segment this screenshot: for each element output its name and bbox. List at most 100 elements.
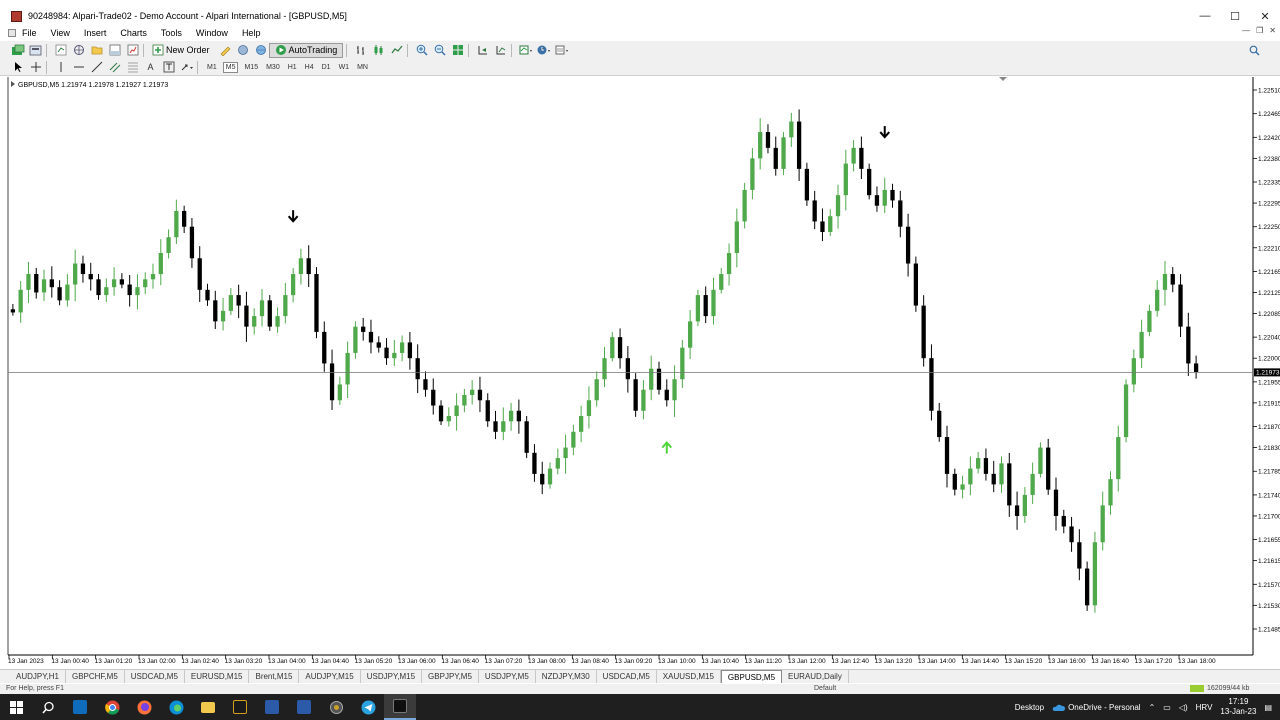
- templates-icon[interactable]: [554, 43, 569, 57]
- menu-view[interactable]: View: [51, 28, 78, 38]
- bull-candle: [174, 210, 179, 238]
- periods-icon[interactable]: [536, 43, 551, 57]
- mdi-minimize-button[interactable]: —: [1242, 26, 1250, 35]
- bull-candle: [104, 287, 109, 296]
- chart-window[interactable]: GBPUSD,M5 1.21974 1.21978 1.21927 1.2197…: [0, 77, 1280, 669]
- trendline-icon[interactable]: [89, 60, 104, 74]
- notifications-icon[interactable]: ▤: [1264, 703, 1272, 712]
- tab-usdjpy-m5[interactable]: USDJPY,M5: [479, 670, 536, 683]
- market-icon[interactable]: [254, 43, 269, 57]
- signals-icon[interactable]: [236, 43, 251, 57]
- taskbar-outlook[interactable]: [64, 694, 96, 720]
- candlesticks-icon[interactable]: [371, 43, 386, 57]
- price-tick-label: 1.22250: [1258, 224, 1280, 231]
- horizontal-line-icon[interactable]: [71, 60, 86, 74]
- bull-candle: [750, 158, 755, 190]
- language-indicator[interactable]: HRV: [1196, 703, 1213, 712]
- bear-candle: [197, 258, 202, 290]
- autotrading-label: AutoTrading: [288, 45, 338, 55]
- onedrive-tray[interactable]: OneDrive - Personal: [1052, 703, 1141, 712]
- timeframe-h1[interactable]: H1: [286, 63, 299, 72]
- text-label-icon[interactable]: [161, 60, 176, 74]
- taskbar-firefox[interactable]: [128, 694, 160, 720]
- market-watch-icon[interactable]: [53, 43, 68, 57]
- tab-audjpy-m15[interactable]: AUDJPY,M15: [299, 670, 361, 683]
- taskbar-app-blue-1[interactable]: [256, 694, 288, 720]
- tab-brent-m15[interactable]: Brent,M15: [249, 670, 300, 683]
- arrows-icon[interactable]: [179, 60, 194, 74]
- desktop-toolbar[interactable]: Desktop: [1015, 703, 1044, 712]
- tab-audjpy-h1[interactable]: AUDJPY,H1: [10, 670, 66, 683]
- mdi-close-button[interactable]: ✕: [1269, 26, 1276, 35]
- bear-candle: [929, 358, 934, 411]
- time-tick-label: 13 Jan 02:00: [138, 658, 176, 665]
- time-tick-label: 13 Jan 16:00: [1048, 658, 1086, 665]
- timeframe-m15[interactable]: M15: [242, 63, 260, 72]
- menu-charts[interactable]: Charts: [120, 28, 155, 38]
- taskbar-metatrader[interactable]: [384, 694, 416, 720]
- metaeditor-icon[interactable]: [218, 43, 233, 57]
- menu-file[interactable]: File: [22, 28, 45, 38]
- taskbar-search-button[interactable]: [32, 694, 64, 720]
- timeframe-w1[interactable]: W1: [337, 63, 352, 72]
- crosshair-icon[interactable]: [28, 60, 43, 74]
- tile-windows-icon[interactable]: [450, 43, 465, 57]
- new-chart-icon[interactable]: [10, 43, 25, 57]
- terminal-icon[interactable]: [107, 43, 122, 57]
- bar-chart-icon[interactable]: [353, 43, 368, 57]
- timeframe-d1[interactable]: D1: [320, 63, 333, 72]
- bull-candle: [610, 337, 615, 359]
- new-order-button[interactable]: New Order: [147, 43, 215, 58]
- chevron-up-icon[interactable]: ⌃: [1149, 703, 1156, 712]
- strategy-tester-icon[interactable]: [125, 43, 140, 57]
- clock[interactable]: 17:19 13-Jan-23: [1220, 697, 1256, 717]
- tab-gbpchf-m5[interactable]: GBPCHF,M5: [66, 670, 125, 683]
- timeframe-mn[interactable]: MN: [355, 63, 370, 72]
- profiles-icon[interactable]: [28, 43, 43, 57]
- volume-icon[interactable]: ◁): [1179, 703, 1188, 712]
- vertical-line-icon[interactable]: [53, 60, 68, 74]
- autotrading-button[interactable]: AutoTrading: [268, 42, 344, 58]
- tab-usdcad-m5-2[interactable]: USDCAD,M5: [597, 670, 657, 683]
- timeframe-m1[interactable]: M1: [205, 63, 219, 72]
- tab-usdjpy-m15[interactable]: USDJPY,M15: [361, 670, 423, 683]
- search-icon[interactable]: [1247, 43, 1262, 57]
- timeframe-h4[interactable]: H4: [303, 63, 316, 72]
- indicators-icon[interactable]: [518, 43, 533, 57]
- tab-gbpusd-m5[interactable]: GBPUSD,M5: [720, 670, 783, 683]
- zoom-in-icon[interactable]: [414, 43, 429, 57]
- taskbar-app-dark[interactable]: [224, 694, 256, 720]
- favorites-icon[interactable]: [89, 43, 104, 57]
- price-chart[interactable]: GBPUSD,M5 1.21974 1.21978 1.21927 1.2197…: [0, 77, 1280, 669]
- tab-xauusd-m15[interactable]: XAUUSD,M15: [657, 670, 721, 683]
- tab-euraud-daily[interactable]: EURAUD,Daily: [782, 670, 849, 683]
- network-icon[interactable]: ▭: [1163, 703, 1171, 712]
- auto-scroll-icon[interactable]: [493, 43, 508, 57]
- text-icon[interactable]: A: [143, 60, 158, 74]
- timeframe-m5[interactable]: M5: [222, 61, 239, 73]
- taskbar-telegram[interactable]: [352, 694, 384, 720]
- zoom-out-icon[interactable]: [432, 43, 447, 57]
- tab-usdcad-m5[interactable]: USDCAD,M5: [125, 670, 185, 683]
- equidistant-channel-icon[interactable]: [107, 60, 122, 74]
- taskbar-edge[interactable]: [160, 694, 192, 720]
- menu-help[interactable]: Help: [242, 28, 269, 38]
- navigator-icon[interactable]: [71, 43, 86, 57]
- taskbar-app-blue-2[interactable]: [288, 694, 320, 720]
- line-chart-icon[interactable]: [389, 43, 404, 57]
- tab-nzdjpy-m30[interactable]: NZDJPY,M30: [536, 670, 597, 683]
- tab-eurusd-m15[interactable]: EURUSD,M15: [185, 670, 250, 683]
- taskbar-chrome[interactable]: [96, 694, 128, 720]
- menu-window[interactable]: Window: [196, 28, 236, 38]
- taskbar-file-explorer[interactable]: [192, 694, 224, 720]
- timeframe-m30[interactable]: M30: [264, 63, 282, 72]
- fibonacci-icon[interactable]: [125, 60, 140, 74]
- mdi-restore-button[interactable]: ❐: [1256, 26, 1263, 35]
- tab-gbpjpy-m5[interactable]: GBPJPY,M5: [422, 670, 479, 683]
- menu-tools[interactable]: Tools: [161, 28, 190, 38]
- menu-insert[interactable]: Insert: [84, 28, 115, 38]
- chart-shift-icon[interactable]: [475, 43, 490, 57]
- start-button[interactable]: [0, 694, 32, 720]
- taskbar-app-gear[interactable]: [320, 694, 352, 720]
- cursor-icon[interactable]: [10, 60, 25, 74]
